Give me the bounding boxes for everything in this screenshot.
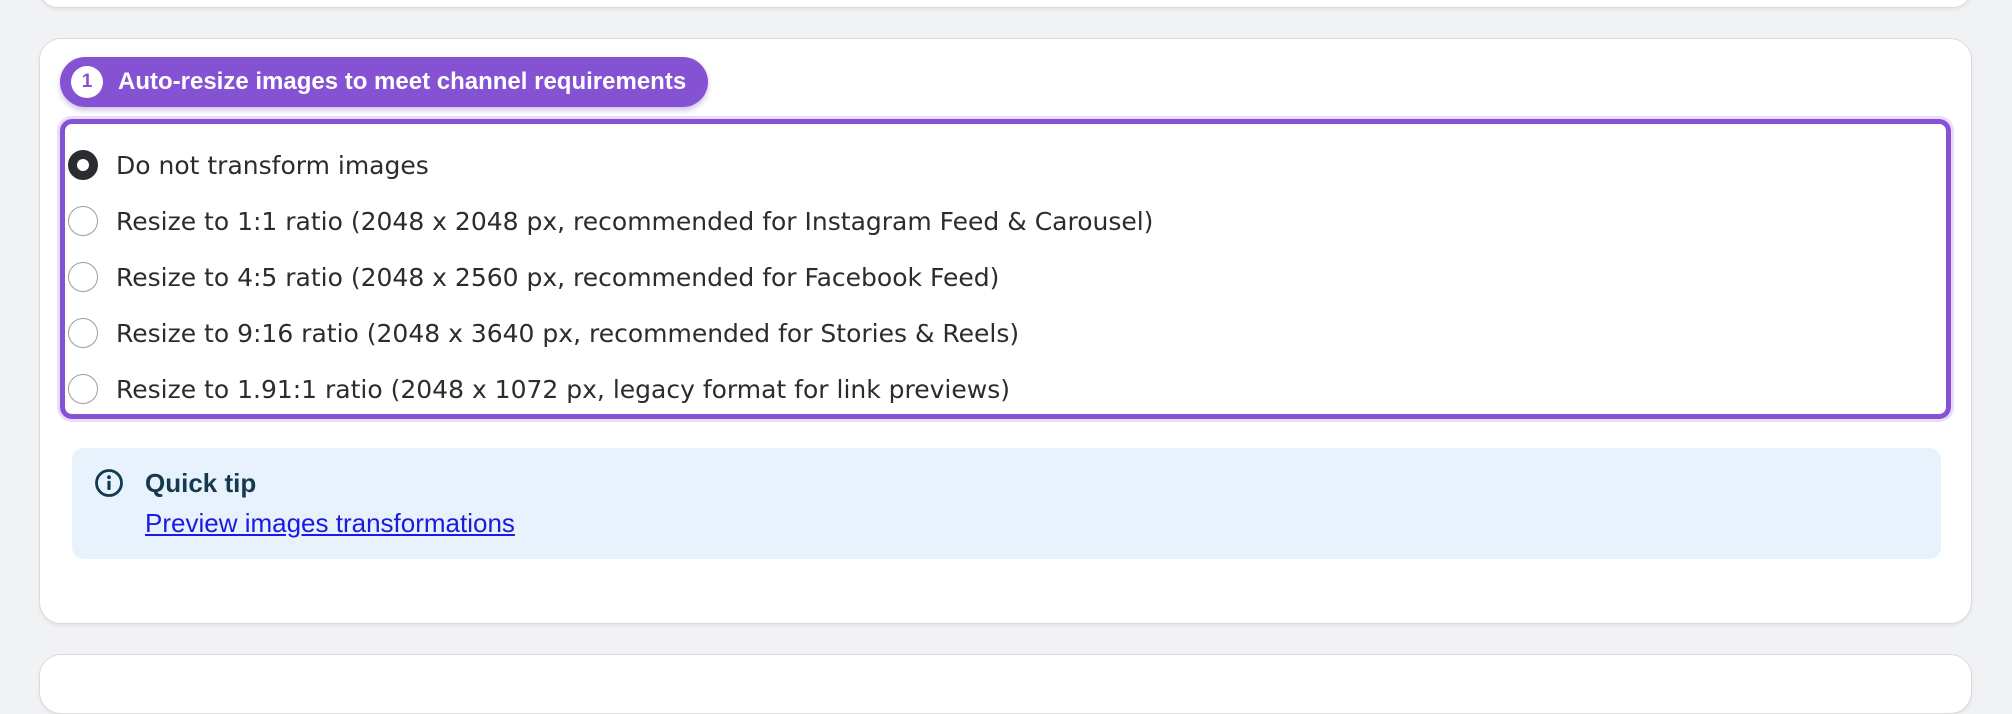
step-title: Auto-resize images to meet channel requi…: [118, 68, 687, 95]
image-resize-section-card: 1 Auto-resize images to meet channel req…: [39, 38, 1972, 624]
step-header: 1 Auto-resize images to meet channel req…: [60, 57, 709, 107]
previous-section-card: [39, 0, 1972, 8]
radio-option-label: Do not transform images: [116, 150, 429, 180]
info-icon: [95, 469, 123, 497]
radio-option-1-1-ratio[interactable]: Resize to 1:1 ratio (2048 x 2048 px, rec…: [68, 201, 1153, 241]
radio-option-label: Resize to 4:5 ratio (2048 x 2560 px, rec…: [116, 262, 1000, 292]
radio-button[interactable]: [68, 262, 98, 292]
radio-option-label: Resize to 1.91:1 ratio (2048 x 1072 px, …: [116, 374, 1010, 404]
next-section-card: [39, 654, 1972, 714]
resize-options-radio-group: Do not transform images Resize to 1:1 ra…: [60, 119, 1951, 419]
quick-tip-callout: Quick tip Preview images transformations: [72, 448, 1941, 559]
radio-button-selected[interactable]: [68, 150, 98, 180]
radio-option-9-16-ratio[interactable]: Resize to 9:16 ratio (2048 x 3640 px, re…: [68, 313, 1019, 353]
radio-option-no-transform[interactable]: Do not transform images: [68, 145, 429, 185]
radio-button[interactable]: [68, 374, 98, 404]
radio-option-1-91-1-ratio[interactable]: Resize to 1.91:1 ratio (2048 x 1072 px, …: [68, 369, 1010, 409]
radio-option-4-5-ratio[interactable]: Resize to 4:5 ratio (2048 x 2560 px, rec…: [68, 257, 999, 297]
radio-button[interactable]: [68, 318, 98, 348]
radio-option-label: Resize to 9:16 ratio (2048 x 3640 px, re…: [116, 318, 1020, 348]
radio-option-label: Resize to 1:1 ratio (2048 x 2048 px, rec…: [116, 206, 1154, 236]
preview-transformations-link[interactable]: Preview images transformations: [145, 508, 515, 539]
step-number-badge: 1: [71, 66, 103, 98]
radio-button[interactable]: [68, 206, 98, 236]
quick-tip-title: Quick tip: [145, 468, 257, 498]
